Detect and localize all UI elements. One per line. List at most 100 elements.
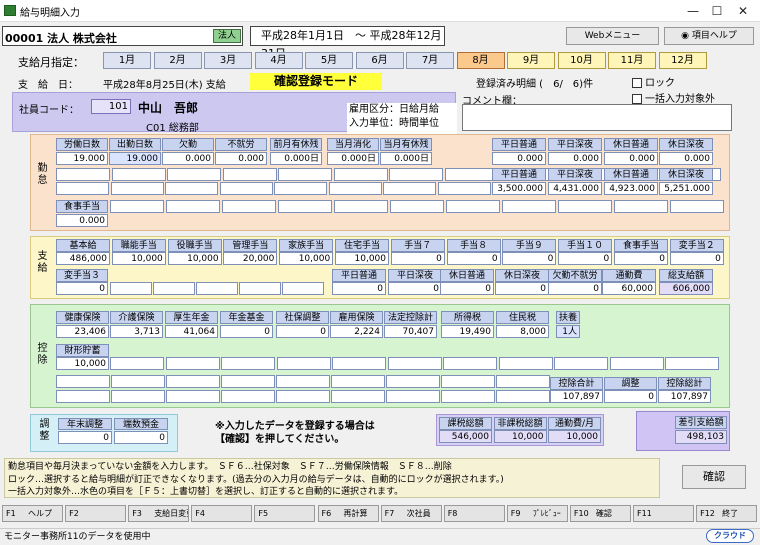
gross-pay-value[interactable]: 606,000	[659, 282, 713, 295]
kintai-empty-cell[interactable]	[166, 200, 220, 213]
shikyu-value[interactable]: 10,000	[335, 252, 389, 265]
minimize-button[interactable]: —	[680, 2, 706, 20]
kojo-empty-cell[interactable]	[386, 375, 440, 388]
kojo-empty-cell[interactable]	[221, 375, 275, 388]
shikyu-empty-cell[interactable]	[153, 282, 195, 295]
kojo-empty-cell[interactable]	[387, 357, 442, 370]
kojo-empty-cell[interactable]	[165, 357, 220, 370]
month-tab-9[interactable]: 9月	[507, 52, 555, 69]
kojo-empty-cell[interactable]	[331, 375, 385, 388]
kojo-empty-cell[interactable]	[276, 357, 331, 370]
kintai-empty-cell[interactable]	[110, 200, 164, 213]
kojo-empty-cell[interactable]	[110, 357, 164, 370]
kintai-empty-cell[interactable]	[278, 168, 332, 181]
kintai-empty-cell[interactable]	[614, 200, 668, 213]
kintai-empty-cell[interactable]	[222, 200, 276, 213]
function-key-f4[interactable]: F4	[191, 505, 253, 522]
shikyu-value[interactable]: 0	[446, 252, 501, 265]
kojo-value[interactable]: 0	[220, 325, 273, 338]
kojo-empty-cell[interactable]	[498, 357, 553, 370]
shikyu-empty-cell[interactable]	[196, 282, 238, 295]
kintai-value[interactable]: 4,923.000	[604, 182, 658, 195]
shikyu-value[interactable]: 0	[390, 252, 445, 265]
shikyu-value[interactable]: 0	[548, 282, 602, 295]
kojo-value[interactable]: 10,000	[56, 357, 109, 370]
kintai-value[interactable]: 0.000	[492, 152, 546, 165]
function-key-f10[interactable]: F10 確認	[569, 505, 631, 522]
chosei-value[interactable]: 0	[58, 431, 112, 444]
kintai-empty-cell[interactable]	[56, 182, 109, 195]
shikyu-value[interactable]: 10,000	[167, 252, 222, 265]
confirm-button[interactable]: 確認	[682, 465, 746, 489]
shikyu-value[interactable]: 0	[495, 282, 549, 295]
kojo-empty-cell[interactable]	[441, 390, 495, 403]
kojo-empty-cell[interactable]	[609, 357, 664, 370]
function-key-f3[interactable]: F3 支給日変更	[128, 505, 190, 522]
kintai-empty-cell[interactable]	[278, 200, 332, 213]
kojo-empty-cell[interactable]	[56, 390, 110, 403]
shikyu-value[interactable]: 0	[669, 252, 724, 265]
kojo-empty-cell[interactable]	[56, 375, 110, 388]
function-key-f11[interactable]: F11	[633, 505, 694, 522]
kintai-empty-cell[interactable]	[389, 168, 443, 181]
kintai-value[interactable]: 4,431.000	[548, 182, 602, 195]
function-key-f1[interactable]: F1 ヘルプ	[2, 505, 63, 522]
kojo-empty-cell[interactable]	[443, 357, 497, 370]
kintai-empty-cell[interactable]	[219, 182, 273, 195]
kojo-empty-cell[interactable]	[276, 375, 330, 388]
bulk-exclude-box[interactable]	[632, 94, 642, 104]
kojo-empty-cell[interactable]	[441, 375, 495, 388]
kintai-empty-cell[interactable]	[56, 168, 110, 181]
kintai-value[interactable]: 0.000	[215, 152, 267, 165]
kojo-total-value[interactable]: 107,897	[658, 390, 711, 403]
shikyu-empty-cell[interactable]	[239, 282, 281, 295]
function-key-f8[interactable]: F8	[443, 505, 505, 522]
function-key-f12[interactable]: F12 終了	[696, 505, 758, 522]
chosei-value[interactable]: 0	[114, 431, 168, 444]
kojo-empty-cell[interactable]	[111, 375, 165, 388]
kojo-value[interactable]: 8,000	[496, 325, 549, 338]
kojo-empty-cell[interactable]	[496, 375, 550, 388]
kojo-total-value[interactable]: 0	[604, 390, 657, 403]
shikyu-value[interactable]: 10,000	[111, 252, 166, 265]
shikyu-value[interactable]: 486,000	[56, 252, 110, 265]
kintai-empty-cell[interactable]	[390, 200, 444, 213]
month-tab-11[interactable]: 11月	[608, 52, 656, 69]
kintai-empty-cell[interactable]	[670, 200, 724, 213]
kojo-empty-cell[interactable]	[166, 375, 220, 388]
shikyu-value[interactable]: 20,000	[223, 252, 278, 265]
kintai-empty-cell[interactable]	[333, 168, 388, 181]
lock-checkbox-box[interactable]	[632, 78, 642, 88]
shikyu-value[interactable]: 0	[502, 252, 557, 265]
kojo-value[interactable]: 70,407	[384, 325, 437, 338]
shikyu-value[interactable]: 0	[558, 252, 613, 265]
kintai-empty-cell[interactable]	[110, 182, 164, 195]
kintai-empty-cell[interactable]	[111, 168, 166, 181]
kojo-empty-cell[interactable]	[331, 390, 385, 403]
function-key-f5[interactable]: F5	[254, 505, 316, 522]
month-tab-10[interactable]: 10月	[557, 52, 606, 69]
kojo-value[interactable]: 2,224	[330, 325, 383, 338]
kojo-value[interactable]: 23,406	[56, 325, 109, 338]
kojo-empty-cell[interactable]	[221, 390, 275, 403]
shikyu-value[interactable]: 10,000	[279, 252, 334, 265]
kintai-empty-cell[interactable]	[558, 200, 612, 213]
shikyu-value[interactable]: 0	[440, 282, 494, 295]
kintai-value[interactable]: 0.000	[548, 152, 602, 165]
kintai-empty-cell[interactable]	[165, 182, 218, 195]
kojo-value[interactable]: 1人	[556, 325, 580, 338]
kojo-empty-cell[interactable]	[496, 390, 550, 403]
kojo-empty-cell[interactable]	[221, 357, 275, 370]
kintai-empty-cell[interactable]	[334, 200, 388, 213]
kojo-value[interactable]: 3,713	[110, 325, 163, 338]
month-tab-5[interactable]: 5月	[305, 52, 353, 69]
kintai-value[interactable]: 19.000	[56, 152, 108, 165]
kintai-empty-cell[interactable]	[222, 168, 277, 181]
kintai-empty-cell[interactable]	[383, 182, 436, 195]
kintai-empty-cell[interactable]	[444, 168, 499, 181]
month-tab-8[interactable]: 8月	[456, 52, 505, 69]
kintai-value[interactable]: 0.000日	[270, 152, 322, 165]
month-tab-12[interactable]: 12月	[658, 52, 707, 69]
bulk-exclude-checkbox[interactable]: 一括入力対象外	[632, 90, 715, 105]
shikyu-value[interactable]: 0	[388, 282, 442, 295]
